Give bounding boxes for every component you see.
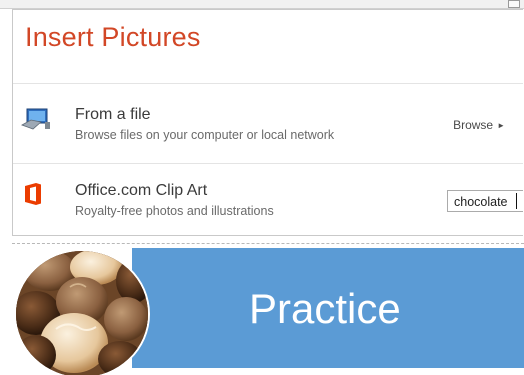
text-cursor <box>516 193 517 209</box>
clip-art-search-input[interactable] <box>447 190 523 212</box>
window-frame-top <box>0 0 524 9</box>
insert-pictures-dialog: Insert Pictures From a file Browse files… <box>12 9 523 236</box>
slide-title: Practice <box>249 285 401 332</box>
chocolate-truffles-photo <box>14 249 150 375</box>
browse-button[interactable]: Browse ► <box>453 118 505 132</box>
browse-label: Browse <box>453 118 494 132</box>
dialog-title: Insert Pictures <box>25 22 201 52</box>
triangle-right-icon: ► <box>497 121 505 130</box>
clip-art-title: Office.com Clip Art <box>75 182 208 199</box>
from-file-title: From a file <box>75 106 151 123</box>
title-banner: Practice <box>132 248 524 368</box>
slide-preview: Practice <box>12 243 524 375</box>
clip-art-subtitle: Royalty-free photos and illustrations <box>75 204 274 218</box>
office-logo-icon <box>25 183 41 205</box>
from-file-option[interactable]: From a file Browse files on your compute… <box>13 84 523 158</box>
clip-art-option[interactable]: Office.com Clip Art Royalty-free photos … <box>13 164 523 238</box>
window-resize-handle[interactable] <box>508 0 520 8</box>
from-file-subtitle: Browse files on your computer or local n… <box>75 128 335 142</box>
computer-monitor-icon <box>21 108 50 130</box>
